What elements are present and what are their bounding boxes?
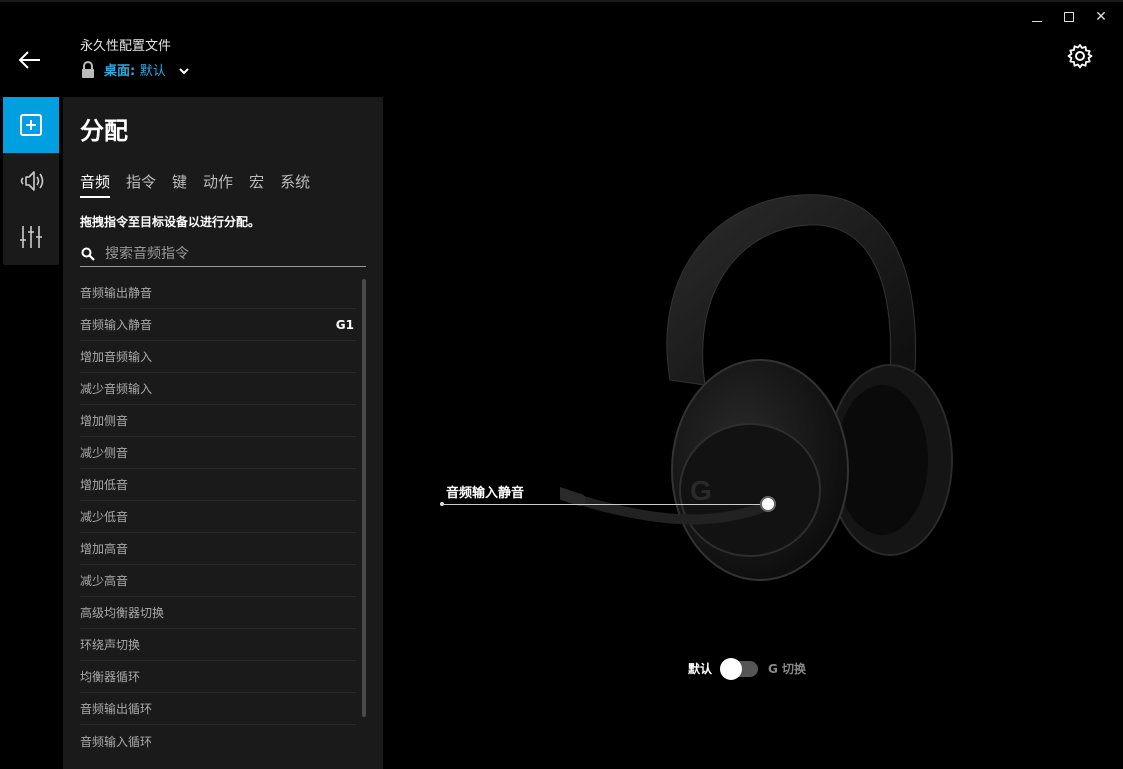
list-item[interactable]: 减少低音 — [80, 501, 356, 533]
window-top-border — [0, 0, 1123, 2]
assignment-panel: 分配 音频 指令 键 动作 宏 系统 拖拽指令至目标设备以进行分配。 音频输出静… — [63, 97, 383, 769]
minimize-icon[interactable] — [1021, 6, 1053, 28]
toggle-label-gshift: G 切换 — [768, 662, 807, 676]
left-rail — [3, 97, 59, 265]
list-item[interactable]: 环绕声切换 — [80, 629, 356, 661]
search-icon — [81, 247, 95, 261]
list-item[interactable]: 增加低音 — [80, 469, 356, 501]
list-item[interactable]: 减少高音 — [80, 565, 356, 597]
chevron-down-icon[interactable] — [178, 65, 190, 77]
search-box — [80, 241, 366, 267]
list-item[interactable]: 高级均衡器切换 — [80, 597, 356, 629]
profile-selector[interactable]: 桌面: 默认 — [80, 60, 190, 79]
tab-commands[interactable]: 指令 — [126, 171, 156, 198]
list-item[interactable]: 增加侧音 — [80, 405, 356, 437]
arrow-left-icon[interactable] — [16, 46, 44, 74]
tab-keys[interactable]: 键 — [172, 171, 187, 198]
list-item[interactable]: 音频输入循环 — [80, 725, 356, 757]
list-item[interactable]: 音频输出静音 — [80, 277, 356, 309]
callout-line — [442, 504, 768, 505]
callout-label: 音频输入静音 — [446, 486, 525, 501]
list-item[interactable]: 增加音频输入 — [80, 341, 356, 373]
profile-title: 永久性配置文件 — [80, 39, 172, 54]
tab-audio[interactable]: 音频 — [80, 171, 111, 198]
equalizer-icon — [20, 226, 42, 248]
close-icon[interactable]: ✕ — [1085, 6, 1117, 28]
panel-title: 分配 — [80, 117, 128, 145]
list-item[interactable]: 增加高音 — [80, 533, 356, 565]
headset-illustration: G — [560, 194, 953, 581]
lock-icon — [82, 60, 94, 78]
assigned-key: G1 — [335, 317, 354, 332]
list-item[interactable]: 减少音频输入 — [80, 373, 356, 405]
rail-item-assignments[interactable] — [3, 97, 59, 153]
svg-text:G: G — [690, 475, 712, 506]
drag-hint: 拖拽指令至目标设备以进行分配。 — [80, 215, 261, 229]
g-shift-switch[interactable] — [720, 657, 759, 680]
tab-macros[interactable]: 宏 — [249, 171, 264, 198]
plus-square-icon — [20, 114, 42, 136]
command-list: 音频输出静音 音频输入静音 G1 增加音频输入 减少音频输入 增加侧音 减少侧音 … — [80, 277, 356, 757]
list-item[interactable]: 音频输入静音 G1 — [80, 309, 356, 341]
maximize-icon[interactable] — [1053, 6, 1085, 28]
search-input[interactable] — [105, 245, 355, 262]
rail-item-equalizer[interactable] — [3, 209, 59, 265]
tab-actions[interactable]: 动作 — [203, 171, 233, 198]
tab-system[interactable]: 系统 — [280, 171, 310, 198]
list-item[interactable]: 均衡器循环 — [80, 661, 356, 693]
switch-knob — [720, 657, 743, 680]
list-item[interactable]: 音频输出循环 — [80, 693, 356, 725]
rail-item-audio[interactable] — [3, 153, 59, 209]
assignment-hotspot[interactable] — [760, 496, 776, 512]
list-item[interactable]: 减少侧音 — [80, 437, 356, 469]
list-scrollbar[interactable] — [362, 279, 366, 717]
toggle-label-default: 默认 — [688, 662, 713, 676]
speaker-icon — [20, 171, 44, 191]
mode-toggle: 默认 G 切换 — [688, 657, 807, 680]
category-tabs: 音频 指令 键 动作 宏 系统 — [80, 171, 326, 198]
window-controls: ✕ — [1021, 6, 1117, 28]
gear-icon[interactable] — [1067, 43, 1093, 69]
profile-name: 桌面: 默认 — [104, 64, 166, 79]
